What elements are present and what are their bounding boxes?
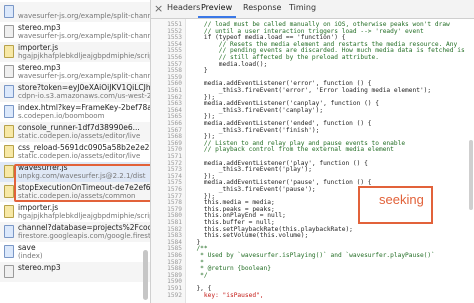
code-scrollbar[interactable] (469, 140, 473, 210)
request-name: store?token=eyJ0eXAiOiJKV1QiLCJhbG... (18, 83, 151, 92)
request-name: save (18, 243, 36, 252)
line-number-gutter: 1551 1552 1553 1554 1555 1556 1557 1558 1559 1560… (151, 19, 186, 303)
request-path: wavesurfer-js.org/example/split-channels (18, 72, 151, 80)
active-tab-indicator (198, 16, 236, 18)
request-name: stereo.mp3 (18, 63, 61, 72)
code-line: _this3.fireEvent('error', 'Error loading… (189, 87, 432, 94)
doc-file-icon (4, 225, 14, 238)
doc-file-icon (4, 5, 14, 18)
js-file-icon (4, 145, 14, 158)
code-line: } (189, 67, 208, 75)
detail-tab-bar: × Headers Preview Response Timing (151, 0, 474, 19)
request-path: s.codepen.io/boomboom (18, 112, 105, 120)
network-request-row[interactable]: css_reload-5691dc0905a58b2e2e2d5e2d12b..… (0, 142, 150, 162)
request-name: importer.js (18, 43, 59, 52)
js-file-icon (4, 205, 14, 218)
network-request-row[interactable]: importer.js hgajpjkhafplebkdljeajgbpdmiph… (0, 202, 150, 222)
request-path: hgajpjkhafplebkdljeajgbpdmiphie/scripts (18, 52, 151, 60)
network-request-row[interactable]: importer.js hgajpjkhafplebkdljeajgbpdmiph… (0, 42, 150, 62)
media-file-icon (4, 265, 14, 278)
request-path: wavesurfer-js.org/example/split-channels (18, 32, 151, 40)
network-request-row[interactable]: wavesurfer-js.org/example/split-channels (0, 2, 150, 22)
request-path: static.codepen.io/assets/editor/live (18, 152, 141, 160)
network-request-row[interactable]: stereo.mp3 wavesurfer-js.org/example/spli… (0, 22, 150, 42)
request-name: console_runner-1df7d38990e6... (18, 123, 140, 132)
code-line: // playback control from the external me… (189, 146, 394, 154)
request-path: cdpn-io.s3.amazonaws.com/us-west-2.amazo… (18, 92, 151, 100)
network-request-row[interactable]: channel?database=projects%2Fcodepen-sto.… (0, 222, 150, 242)
code-line: key: "isPaused", (189, 291, 264, 299)
request-name: stereo.mp3 (18, 263, 61, 272)
response-panel: × Headers Preview Response Timing 1551 15… (151, 0, 474, 303)
js-file-icon (4, 125, 14, 138)
code-viewer[interactable]: 1551 1552 1553 1554 1555 1556 1557 1558 1559 1560… (151, 19, 474, 303)
request-path: static.codepen.io/assets/editor/live (18, 132, 141, 140)
media-file-icon (4, 25, 14, 38)
request-name: index.html?key=FrameKey-2bef78a5-6ff5a..… (18, 103, 150, 112)
close-icon[interactable]: × (154, 2, 163, 15)
request-name: channel?database=projects%2Fcodepen-sto.… (18, 223, 151, 232)
code-line: this.setVolume(this.volume); (189, 232, 309, 240)
js-file-icon (4, 165, 14, 178)
tab-preview[interactable]: Preview (201, 3, 232, 12)
network-request-list: wavesurfer-js.org/example/split-channels… (0, 0, 151, 303)
doc-file-icon (4, 85, 14, 98)
selected-request-highlight (14, 164, 150, 202)
request-path: hgajpjkhafplebkdljeajgbpdmiphie/scripts (18, 212, 151, 220)
network-request-row[interactable]: index.html?key=FrameKey-2bef78a5-6ff5a..… (0, 102, 150, 122)
network-request-row[interactable]: stereo.mp3 (0, 262, 150, 282)
js-file-icon (4, 45, 14, 58)
request-path: wavesurfer-js.org/example/split-channels (18, 12, 151, 20)
line-number: 1592 (167, 291, 182, 299)
network-request-row[interactable]: console_runner-1df7d38990e6... static.cod… (0, 122, 150, 142)
tab-headers[interactable]: Headers (167, 3, 200, 12)
network-request-row[interactable]: save (index) (0, 242, 150, 262)
request-path: (index) (18, 252, 43, 260)
tab-timing[interactable]: Timing (289, 3, 316, 12)
seeking-annotation-label: seeking (379, 192, 424, 207)
network-request-row[interactable]: store?token=eyJ0eXAiOiJKV1QiLCJhbG...cdp… (0, 82, 150, 102)
network-request-row[interactable]: stereo.mp3 wavesurfer-js.org/example/spli… (0, 62, 150, 82)
request-list-scrollbar[interactable] (143, 250, 148, 300)
media-file-icon (4, 65, 14, 78)
request-name: stereo.mp3 (18, 23, 61, 32)
code-line: * Used by `wavesurfer.isPlaying()` and `… (189, 252, 435, 259)
request-path: firestore.googleapis.com/google.firestor… (18, 232, 151, 240)
code-line: */ (189, 271, 208, 279)
js-file-icon (4, 185, 14, 198)
tab-response[interactable]: Response (243, 3, 281, 12)
doc-file-icon (4, 245, 14, 258)
request-name: importer.js (18, 203, 59, 212)
doc-file-icon (4, 105, 14, 118)
request-name: css_reload-5691dc0905a58b2e2e2d5e2d12b..… (18, 143, 150, 152)
